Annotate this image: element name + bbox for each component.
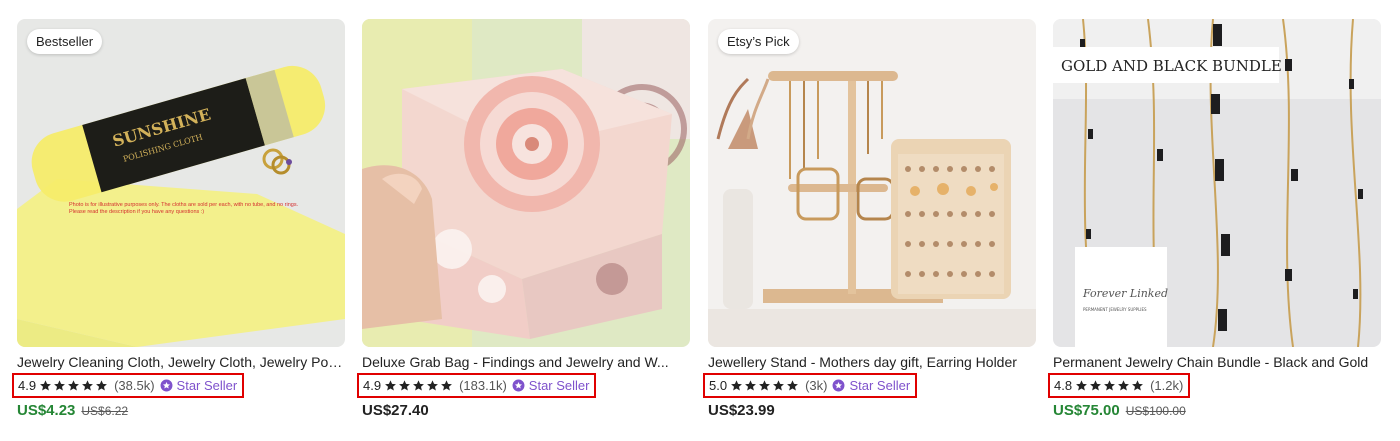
listing-image[interactable]: SUNSHINE POLISHING CLOTH Photo is for il… [17,19,345,347]
star-seller-badge: Star Seller [512,378,590,393]
star-icon [1131,379,1144,392]
rating-row: 4.8 (1.2k) [1048,373,1191,398]
star-seller-badge-icon [160,379,173,392]
rating-row: 4.9 (183.1k) Star Seller [357,373,597,398]
chain-bundle-photo: GOLD AND BLACK BUNDLE Forever Linked PER… [1053,19,1381,347]
star-icon [384,379,397,392]
disclaimer-print: Photo is for illustrative purposes only.… [69,202,299,215]
listing-image[interactable]: GOLD AND BLACK BUNDLE Forever Linked PER… [1053,19,1381,347]
rating-stars [384,379,454,392]
price-row: US$23.99 [708,402,775,419]
rating-score: 4.8 [1054,378,1073,393]
star-icon [398,379,411,392]
listing-card[interactable]: Deluxe Grab Bag - Findings and Jewelry a… [357,19,690,429]
logo-sub-print: PERMANENT JEWELRY SUPPLIES [1083,307,1147,312]
jewellery-stand-photo [708,19,1036,347]
listing-card[interactable]: Etsy’s Pick Jewellery Stand - Mothers da… [703,19,1036,429]
listing-title[interactable]: Jewelry Cleaning Cloth, Jewelry Cloth, J… [17,353,345,371]
sale-price: US$75.00 [1053,402,1120,419]
price: US$23.99 [708,402,775,419]
bundle-heading-print: GOLD AND BLACK BUNDLE [1061,57,1282,75]
star-seller-badge-icon [832,379,845,392]
price: US$27.40 [362,402,429,419]
review-count: (3k) [805,378,828,393]
star-icon [426,379,439,392]
rating-score: 4.9 [363,378,382,393]
price-row: US$27.40 [362,402,429,419]
listing-title[interactable]: Jewellery Stand - Mothers day gift, Earr… [708,353,1036,371]
star-icon [758,379,771,392]
rating-stars [730,379,800,392]
star-seller-label: Star Seller [176,378,238,393]
star-icon [81,379,94,392]
star-icon [772,379,785,392]
star-icon [744,379,757,392]
star-icon [39,379,52,392]
rating-score: 5.0 [709,378,728,393]
listing-card[interactable]: SUNSHINE POLISHING CLOTH Photo is for il… [12,19,345,429]
rating-score: 4.9 [18,378,37,393]
star-icon [95,379,108,392]
polishing-cloth-photo: SUNSHINE POLISHING CLOTH Photo is for il… [17,19,345,347]
star-icon [1089,379,1102,392]
star-seller-badge-icon [512,379,525,392]
gift-box-photo [362,19,690,347]
star-icon [67,379,80,392]
listing-image[interactable]: Etsy’s Pick [708,19,1036,347]
star-icon [1075,379,1088,392]
price-row: US$4.23 US$6.22 [17,402,128,419]
rating-row: 4.9 (38.5k) Star Seller [12,373,245,398]
star-icon [1117,379,1130,392]
listing-card[interactable]: GOLD AND BLACK BUNDLE Forever Linked PER… [1048,19,1381,429]
original-price: US$6.22 [81,404,129,418]
rating-row: 5.0 (3k) Star Seller [703,373,918,398]
logo-script-print: Forever Linked [1082,287,1168,300]
listing-grid: SUNSHINE POLISHING CLOTH Photo is for il… [12,19,1390,429]
rating-stars [1075,379,1145,392]
star-icon [412,379,425,392]
original-price: US$100.00 [1125,404,1186,418]
star-seller-badge: Star Seller [160,378,238,393]
star-seller-label: Star Seller [528,378,590,393]
review-count: (1.2k) [1150,378,1184,393]
star-icon [730,379,743,392]
star-icon [1103,379,1116,392]
review-count: (183.1k) [459,378,507,393]
price-row: US$75.00 US$100.00 [1053,402,1186,419]
listing-title[interactable]: Deluxe Grab Bag - Findings and Jewelry a… [362,353,690,371]
star-icon [440,379,453,392]
sale-price: US$4.23 [17,402,76,419]
star-icon [786,379,799,392]
bestseller-badge[interactable]: Bestseller [27,29,103,54]
star-seller-badge: Star Seller [832,378,910,393]
star-seller-label: Star Seller [849,378,911,393]
etsys-pick-badge[interactable]: Etsy’s Pick [718,29,799,54]
listing-image[interactable] [362,19,690,347]
review-count: (38.5k) [114,378,155,393]
star-icon [53,379,66,392]
listing-title[interactable]: Permanent Jewelry Chain Bundle - Black a… [1053,353,1381,371]
rating-stars [39,379,109,392]
